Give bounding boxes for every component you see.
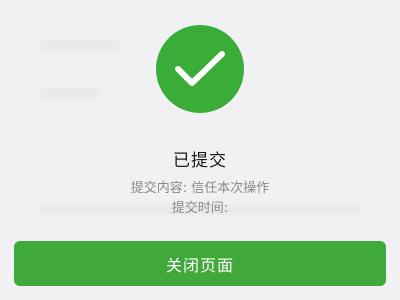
submission-content: 提交内容: 信任本次操作 — [0, 177, 400, 196]
background-blur — [40, 40, 120, 50]
page-title: 已提交 — [173, 151, 227, 171]
content-label: 提交内容: — [130, 181, 188, 196]
background-blur — [40, 88, 100, 98]
checkmark-icon — [156, 25, 244, 113]
time-label: 提交时间: — [171, 201, 229, 216]
content-value: 信任本次操作 — [191, 181, 270, 196]
close-page-button[interactable]: 关闭页面 — [14, 241, 386, 286]
submission-result-page: 已提交 提交内容: 信任本次操作 提交时间: 关闭页面 — [0, 0, 400, 300]
submission-time: 提交时间: — [0, 197, 400, 216]
